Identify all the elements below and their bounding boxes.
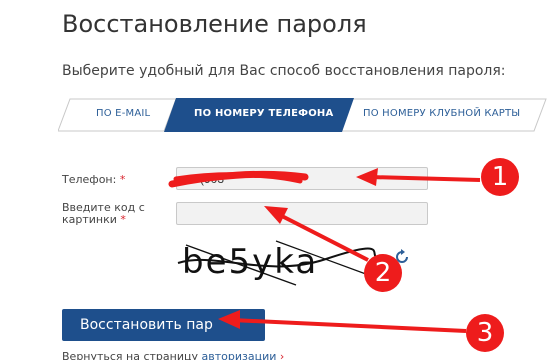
annotation-badge-1: 1	[481, 158, 519, 196]
page-title: Восстановление пароля	[62, 10, 367, 38]
tab-phone[interactable]: ПО НОМЕРУ ТЕЛЕФОНА	[194, 108, 333, 119]
arrow-3-line	[231, 318, 467, 333]
annotation-badge-2: 2	[364, 254, 402, 292]
required-mark: *	[119, 173, 126, 186]
back-to-login: Вернуться на страницу авторизации ›	[62, 350, 284, 360]
annotation-badge-3: 3	[466, 314, 504, 352]
phone-label-text: Телефон:	[62, 173, 117, 186]
back-link-prefix: Вернуться на страницу	[62, 350, 202, 360]
recovery-method-tabs: ПО E-MAIL ПО НОМЕРУ ТЕЛЕФОНА ПО НОМЕРУ К…	[58, 98, 548, 132]
captcha-image: be5yka	[176, 233, 378, 289]
captcha-label: Введите код с картинки *	[62, 202, 162, 226]
tab-email[interactable]: ПО E-MAIL	[96, 108, 150, 119]
captcha-text: be5yka	[182, 242, 318, 282]
login-page-link[interactable]: авторизации	[202, 350, 277, 360]
required-mark: *	[120, 213, 126, 226]
page-subtitle: Выберите удобный для Вас способ восстано…	[62, 63, 506, 79]
captcha-input[interactable]	[176, 202, 428, 225]
restore-password-button[interactable]: Восстановить пар	[62, 309, 265, 341]
tab-club-card[interactable]: ПО НОМЕРУ КЛУБНОЙ КАРТЫ	[363, 108, 520, 119]
phone-input[interactable]	[176, 167, 428, 190]
captcha-label-text: Введите код с картинки	[62, 201, 145, 226]
phone-label: Телефон: *	[62, 174, 125, 186]
chevron-right-icon: ›	[279, 350, 285, 360]
